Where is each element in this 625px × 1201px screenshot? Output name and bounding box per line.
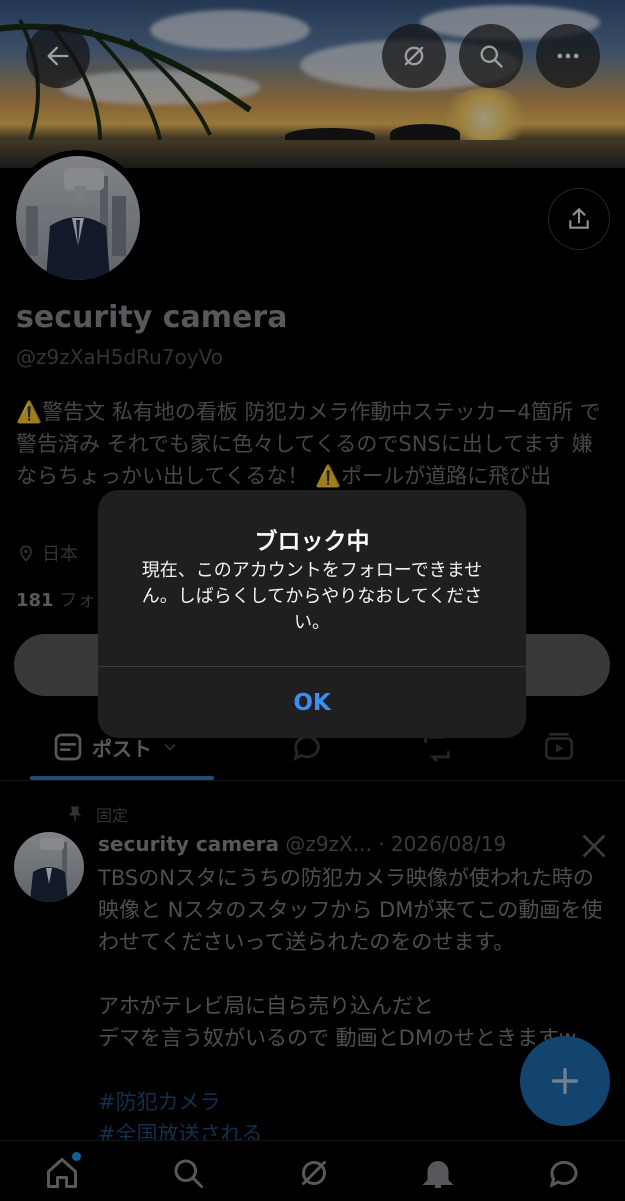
dialog-message: 現在、このアカウントをフォローできません。しばらくしてからやりなおしてください。 [141,560,483,633]
dialog-title: ブロック中 [254,529,370,555]
blocked-alert-dialog: ブロック中 現在、このアカウントをフォローできません。しばらくしてからやりなおし… [98,490,526,738]
dialog-ok-button[interactable]: OK [98,667,526,738]
